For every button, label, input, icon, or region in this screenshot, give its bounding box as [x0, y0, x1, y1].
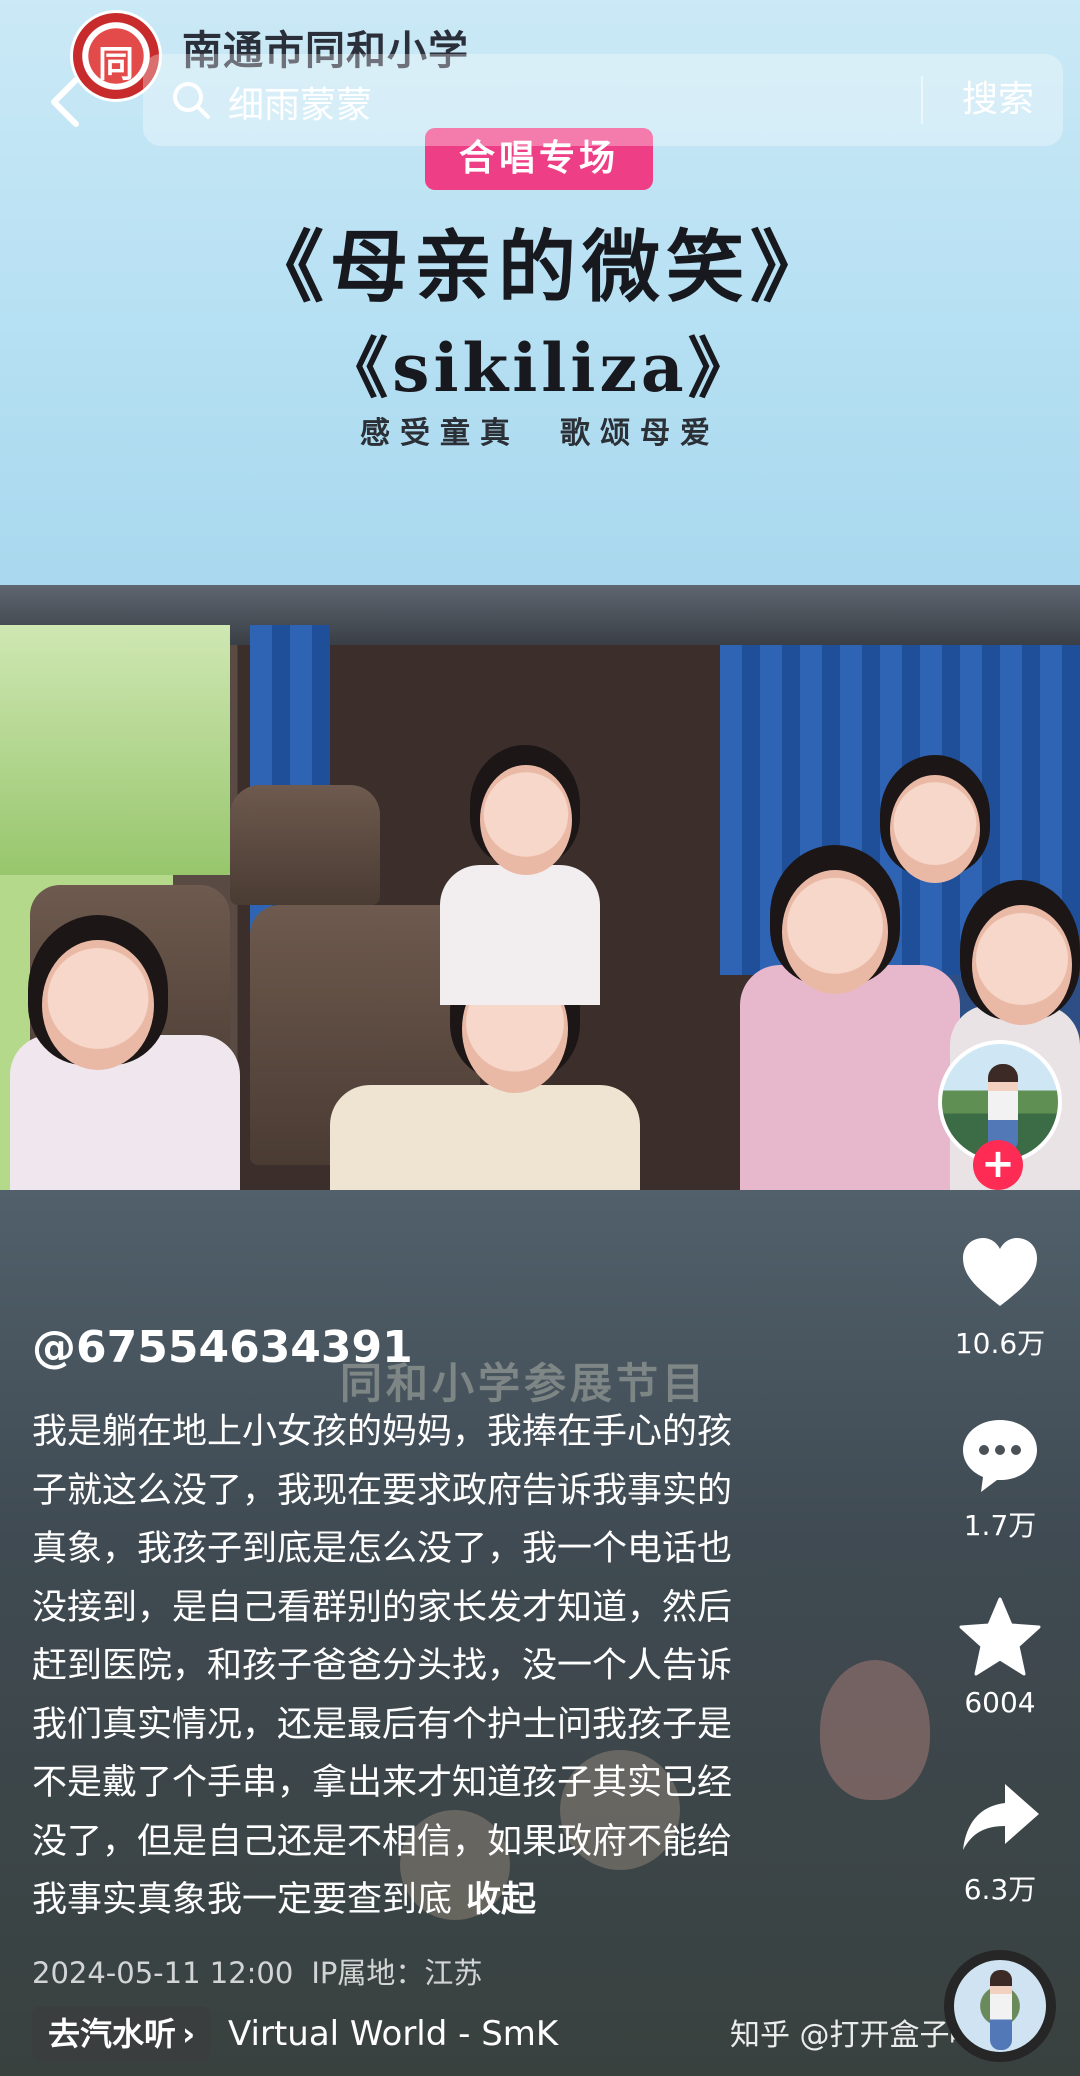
back-arrow-icon	[51, 77, 79, 127]
caption-line: 子就这么没了，我现在要求政府告诉我事实的	[32, 1470, 733, 1511]
caption-line: 赶到医院，和孩子爸爸分头找，没一个人告诉	[32, 1646, 733, 1686]
caption-line-last: 我事实真象我一定要查到底 收起	[32, 1871, 832, 1930]
share-icon	[963, 1784, 1039, 1850]
bus-window	[0, 625, 230, 875]
bus-photo	[0, 585, 1080, 1190]
collapse-link[interactable]: 收起	[466, 1880, 536, 1920]
author-username[interactable]: @67554634391	[32, 1322, 413, 1373]
star-icon	[959, 1597, 1041, 1676]
caption-line: 没了，但是自己还是不相信，如果政府不能给	[32, 1821, 733, 1862]
bus-seat	[230, 785, 380, 905]
share-count: 6.3万	[963, 1873, 1037, 1906]
search-box[interactable]: 细雨蒙蒙 搜索	[143, 54, 1063, 146]
girl-face	[42, 940, 154, 1070]
ip-location: IP属地：江苏	[311, 1956, 483, 1990]
search-divider	[921, 76, 923, 124]
comment-button[interactable]: 1.7万	[930, 1412, 1070, 1544]
music-pill-label: 去汽水听	[48, 2015, 177, 2053]
post-date: 2024-05-11 12:00	[32, 1956, 294, 1990]
poster-balloon	[820, 1660, 930, 1800]
poster-slogan: 感受童真 歌颂母爱	[360, 416, 720, 451]
comment-icon	[963, 1420, 1037, 1492]
girl-shirt	[740, 965, 960, 1190]
open-in-music-app-button[interactable]: 去汽水听 ›	[32, 2006, 212, 2062]
caption-line: 我事实真象我一定要查到底	[32, 1880, 453, 1920]
caption-line: 没接到，是自己看群别的家长发才知道，然后	[32, 1587, 733, 1628]
post-meta: 2024-05-11 12:00 IP属地：江苏	[32, 1950, 500, 1992]
girl-shirt	[440, 865, 600, 1005]
search-icon	[173, 82, 210, 119]
music-title[interactable]: Virtual World - SmK	[228, 2006, 558, 2062]
girl-face	[890, 775, 980, 883]
like-count: 10.6万	[954, 1327, 1046, 1360]
search-input[interactable]: 细雨蒙蒙	[228, 76, 372, 128]
disc-figure	[990, 1970, 1012, 2050]
post-caption: 我是躺在地上小女孩的妈妈，我捧在手心的孩 子就这么没了，我现在要求政府告诉我事实…	[32, 1403, 832, 1930]
share-button[interactable]: 6.3万	[930, 1776, 1070, 1908]
comment-count: 1.7万	[963, 1509, 1037, 1542]
search-button[interactable]: 搜索	[943, 74, 1053, 126]
favorite-count: 6004	[964, 1686, 1036, 1719]
top-bar: 细雨蒙蒙 搜索	[0, 50, 1080, 150]
caption-line: 不是戴了个手串，拿出来才知道孩子其实已经	[32, 1763, 733, 1803]
like-button[interactable]: 10.6万	[930, 1230, 1070, 1362]
girl-face	[782, 870, 888, 994]
girl-face	[480, 765, 572, 875]
back-button[interactable]	[38, 72, 98, 132]
girl-shirt	[330, 1085, 640, 1190]
chevron-right-icon: ›	[182, 2015, 196, 2053]
girl-face	[972, 905, 1072, 1025]
caption-line: 我们真实情况，还是最后有个护士问我孩子是	[32, 1704, 733, 1745]
song-title-1: 《母亲的微笑》	[245, 222, 834, 313]
caption-line: 我是躺在地上小女孩的妈妈，我捧在手心的孩	[32, 1412, 733, 1452]
heart-icon	[963, 1238, 1037, 1306]
song-title-2: 《sikiliza》	[322, 329, 758, 407]
follow-button[interactable]: +	[973, 1140, 1023, 1190]
caption-line: 真象，我孩子到底是怎么没了，我一个电话也	[32, 1529, 733, 1569]
music-disc[interactable]	[944, 1950, 1056, 2062]
favorite-button[interactable]: 6004	[930, 1594, 1070, 1719]
